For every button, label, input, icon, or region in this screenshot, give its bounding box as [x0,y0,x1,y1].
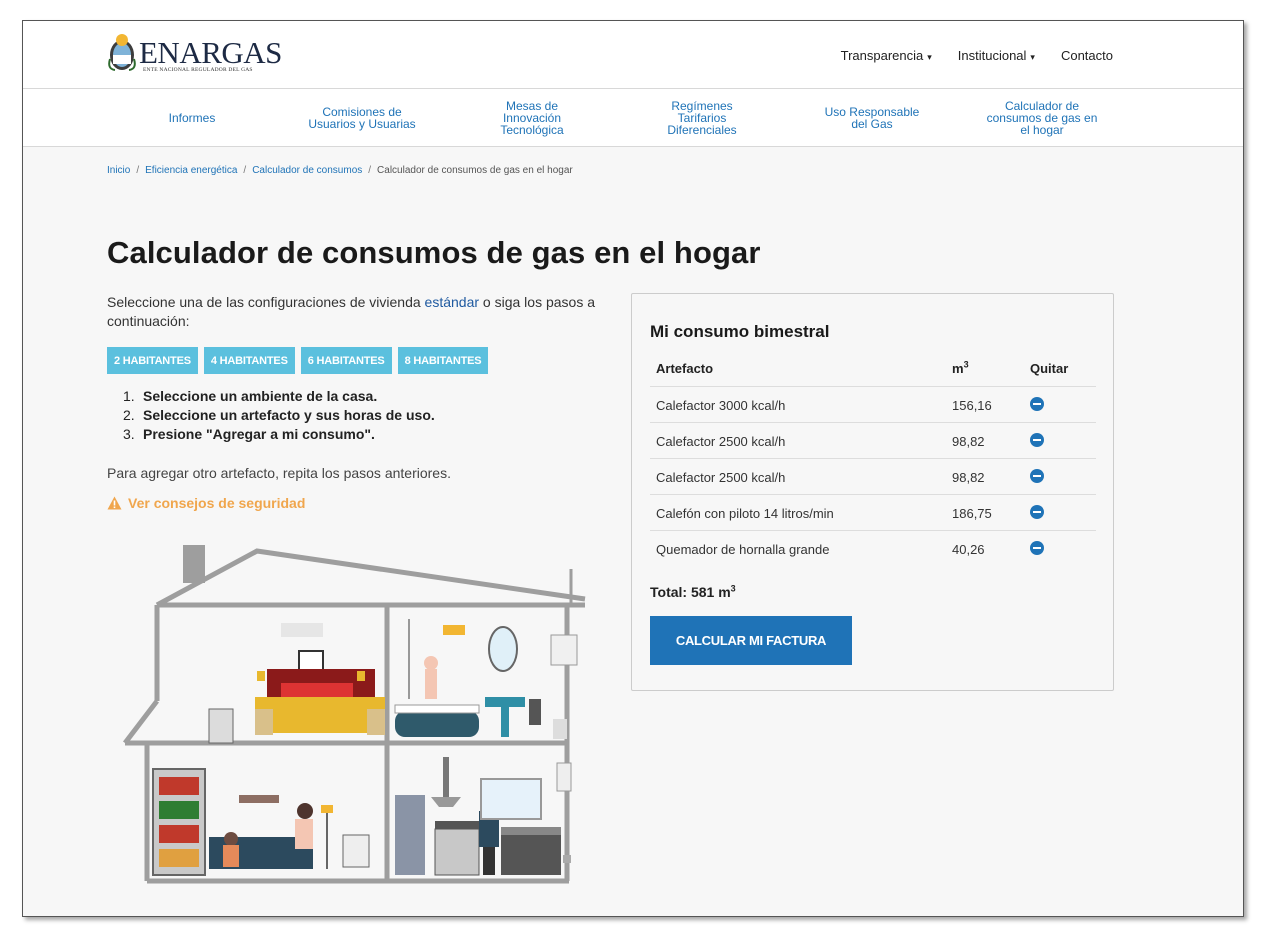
nav-uso-responsable[interactable]: Uso Responsable del Gas [807,89,937,147]
remove-cell [1030,397,1044,414]
nav-institucional[interactable]: Institucional ▾ [958,48,1035,63]
repeat-note: Para agregar otro artefacto, repita los … [107,465,451,481]
breadcrumb-calculador-consumos[interactable]: Calculador de consumos [252,165,362,176]
roof-shape [155,548,586,608]
table-row: Calefactor 2500 kcal/h 98,82 [650,459,1096,495]
artefacto-value: 186,75 [952,506,992,521]
breadcrumb-inicio[interactable]: Inicio [107,165,130,176]
safety-tips-label: Ver consejos de seguridad [128,495,306,511]
warning-icon [107,496,122,510]
remove-icon[interactable] [1030,397,1044,411]
breadcrumb-separator: / [243,165,247,176]
coat-of-arms-icon [108,34,136,71]
consumption-panel: Mi consumo bimestral Artefacto m3 Quitar… [631,293,1114,691]
artefacto-name: Calefactor 3000 kcal/h [656,398,786,413]
total-label: Total: 581 m [650,584,731,600]
artefacto-name: Calefactor 2500 kcal/h [656,434,786,449]
nav-regimenes-tarifarios[interactable]: Regímenes Tarifarios Diferenciales [637,89,767,147]
artefacto-value: 40,26 [952,542,985,557]
step-text: Seleccione un ambiente de la casa. [143,388,378,404]
chimney-shape [183,545,205,583]
intro-before: Seleccione una de las configuraciones de… [107,294,425,310]
step-item: 2. Seleccione un artefacto y sus horas de… [123,406,435,425]
remove-icon[interactable] [1030,433,1044,447]
logo-wordmark: ENARGAS [139,35,282,70]
top-navigation: Transparencia ▾ Institucional ▾ Contacto [841,48,1113,63]
chevron-down-icon: ▾ [1030,52,1035,62]
table-row: Calefactor 3000 kcal/h 156,16 [650,387,1096,423]
artefacto-value: 156,16 [952,398,992,413]
page-title: Calculador de consumos de gas en el hoga… [107,235,761,270]
nav-contacto[interactable]: Contacto [1061,48,1113,63]
header-artefacto: Artefacto [656,361,714,376]
nav-institucional-label: Institucional [957,48,1027,63]
nav-mesas-innovacion[interactable]: Mesas de Innovación Tecnológica [467,89,597,147]
breadcrumb-current: Calculador de consumos de gas en el hoga… [377,165,573,176]
preset-4-habitantes-button[interactable]: 4 HABITANTES [203,347,295,374]
nav-transparencia[interactable]: Transparencia ▾ [841,48,932,63]
table-row: Calefactor 2500 kcal/h 98,82 [650,423,1096,459]
table-row: Quemador de hornalla grande 40,26 [650,531,1096,567]
preset-6-habitantes-button[interactable]: 6 HABITANTES [300,347,392,374]
remove-cell [1030,469,1044,486]
total-consumption: Total: 581 m3 [650,584,736,600]
table-row: Calefón con piloto 14 litros/min 186,75 [650,495,1096,531]
step-number: 1. [123,388,135,404]
nav-informes[interactable]: Informes [127,89,257,147]
breadcrumb-separator: / [368,165,372,176]
breadcrumb-eficiencia[interactable]: Eficiencia energética [145,165,237,176]
header-quitar: Quitar [1030,361,1069,376]
house-illustration [123,545,586,884]
enargas-logo[interactable]: ENARGAS ENTE NACIONAL REGULADOR DEL GAS [107,33,287,77]
remove-icon[interactable] [1030,469,1044,483]
step-item: 1. Seleccione un ambiente de la casa. [123,387,435,406]
nav-calculador[interactable]: Calculador de consumos de gas en el hoga… [967,89,1117,147]
safety-tips-link[interactable]: Ver consejos de seguridad [107,495,305,511]
breadcrumb-separator: / [136,165,140,176]
steps-list: 1. Seleccione un ambiente de la casa. 2. S… [123,387,435,444]
site-header: ENARGAS ENTE NACIONAL REGULADOR DEL GAS … [23,21,1243,89]
step-number: 2. [123,407,135,423]
step-text: Seleccione un artefacto y sus horas de u… [143,407,435,423]
total-sup: 3 [730,583,736,594]
step-number: 3. [123,426,135,442]
consumption-title: Mi consumo bimestral [650,322,830,341]
remove-cell [1030,541,1044,558]
logo-subtitle: ENTE NACIONAL REGULADOR DEL GAS [143,67,253,73]
consumption-table: Artefacto m3 Quitar Calefactor 3000 kcal… [650,350,1096,567]
breadcrumb: Inicio / Eficiencia energética / Calculador … [107,165,573,176]
artefacto-value: 98,82 [952,470,985,485]
table-header-row: Artefacto m3 Quitar [650,350,1096,387]
main-navigation: Informes Comisiones de Usuarios y Usuari… [23,89,1243,147]
preset-8-habitantes-button[interactable]: 8 HABITANTES [397,347,489,374]
header-unit-sup: 3 [963,359,969,370]
artefacto-name: Calefón con piloto 14 litros/min [656,506,834,521]
header-unit-label: m [952,361,964,376]
artefacto-name: Quemador de hornalla grande [656,542,830,557]
header-unit: m3 [952,359,969,376]
artefacto-value: 98,82 [952,434,985,449]
preset-2-habitantes-button[interactable]: 2 HABITANTES [107,347,198,374]
remove-cell [1030,505,1044,522]
browser-frame: ENARGAS ENTE NACIONAL REGULADOR DEL GAS … [22,20,1244,917]
remove-cell [1030,433,1044,450]
chevron-down-icon: ▾ [927,52,932,62]
remove-icon[interactable] [1030,505,1044,519]
intro-text: Seleccione una de las configuraciones de… [107,293,617,331]
preset-buttons: 2 HABITANTES 4 HABITANTES 6 HABITANTES 8… [107,347,489,374]
remove-icon[interactable] [1030,541,1044,555]
nav-transparencia-label: Transparencia [840,48,924,63]
nav-comisiones[interactable]: Comisiones de Usuarios y Usuarias [287,89,437,147]
step-item: 3. Presione "Agregar a mi consumo". [123,425,435,444]
calcular-factura-button[interactable]: CALCULAR MI FACTURA [650,616,852,665]
estandar-link[interactable]: estándar [425,294,479,310]
step-text: Presione "Agregar a mi consumo". [143,426,375,442]
artefacto-name: Calefactor 2500 kcal/h [656,470,786,485]
